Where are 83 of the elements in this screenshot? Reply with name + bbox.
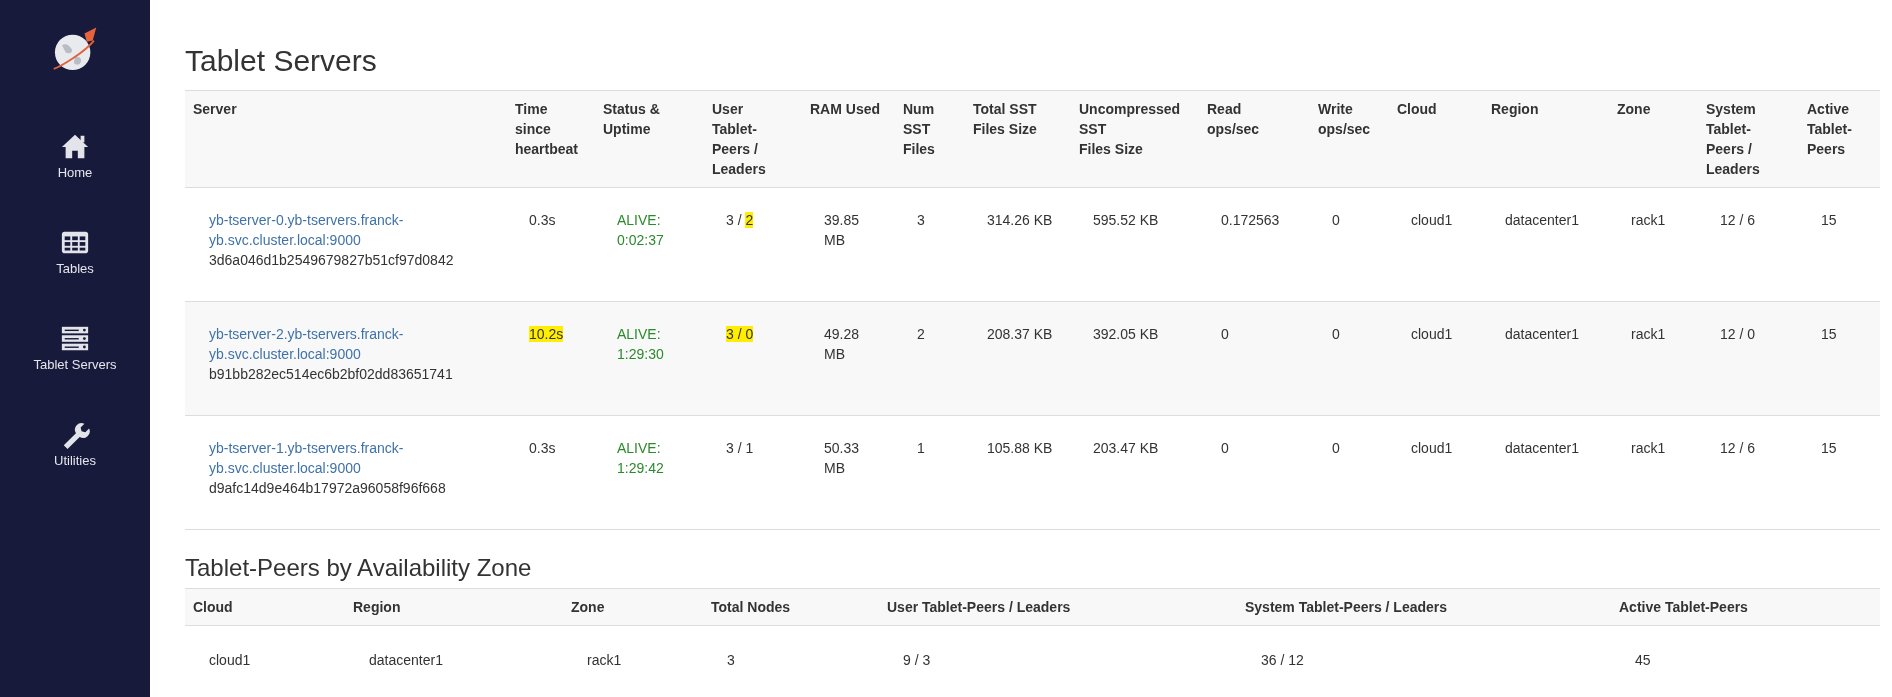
table-cell: 15 [1821, 440, 1837, 456]
table-cell: 3 / 1 [726, 440, 754, 456]
column-header: Write ops/sec [1310, 90, 1389, 188]
page-title: Tablet Servers [185, 44, 378, 78]
table-cell: cloud1 [1411, 326, 1453, 342]
column-header: Cloud [185, 588, 345, 626]
table-cell: 0 [1332, 212, 1340, 228]
server-uuid: 3d6a046d1b2549679827b51cf97d0842 [209, 251, 455, 270]
status-text: ALIVE: 1:29:42 [617, 440, 664, 476]
column-header: Uncompressed SST Files Size [1071, 90, 1199, 188]
server-uuid: d9afc14d9e464b17972a96058f96f668 [209, 479, 447, 498]
column-header: Active Tablet-Peers [1799, 90, 1880, 188]
column-header: User Tablet-Peers / Leaders [879, 588, 1237, 626]
column-header: Num SST Files [895, 90, 965, 188]
table-cell: cloud1 [209, 652, 251, 668]
sidebar-nav-item[interactable]: Tablet Servers [33, 324, 117, 420]
table-cell: 0 [1221, 440, 1229, 456]
table-cell: 12 / 6 [1720, 440, 1756, 456]
table-cell: 50.33 MB [824, 440, 860, 476]
table-cell: rack1 [587, 652, 622, 668]
table-cell: datacenter1 [1505, 326, 1579, 342]
table-cell: 0.3s [529, 440, 556, 456]
table-cell: 0 [1332, 326, 1340, 342]
table-cell: 0.3s [529, 212, 556, 228]
table-cell: 0 [1221, 326, 1229, 342]
column-header: Status & Uptime [595, 90, 704, 188]
column-header: System Tablet-Peers / Leaders [1698, 90, 1799, 188]
server-link[interactable]: yb-tserver-1.yb-tservers.franck-yb.svc.cluster.local:9000 [209, 438, 493, 478]
server-link[interactable]: yb-tserver-0.yb-tservers.franck-yb.svc.cluster.local:9000 [209, 210, 493, 250]
table-cell: datacenter1 [1505, 440, 1579, 456]
table-cell: datacenter1 [1505, 212, 1579, 228]
table-cell: 12 / 6 [1720, 212, 1756, 228]
table-cell: 3 [917, 212, 925, 228]
sidebar-nav-item[interactable]: Tables [56, 228, 94, 324]
column-header: Active Tablet-Peers [1611, 588, 1880, 626]
table-cell: 3 / 0 [726, 326, 754, 342]
column-header: Server [185, 90, 507, 188]
column-header: System Tablet-Peers / Leaders [1237, 588, 1611, 626]
table-cell: rack1 [1631, 212, 1666, 228]
table-cell: 208.37 KB [987, 326, 1053, 342]
table-cell: cloud1 [1411, 212, 1453, 228]
table-cell: cloud1 [1411, 440, 1453, 456]
table-cell: 3 [727, 652, 735, 668]
table-cell: rack1 [1631, 440, 1666, 456]
table-cell: 15 [1821, 212, 1837, 228]
table-cell: 12 / 0 [1720, 326, 1756, 342]
column-header: Read ops/sec [1199, 90, 1310, 188]
column-header: RAM Used [802, 90, 895, 188]
section-title: Tablet-Peers by Availability Zone [185, 554, 533, 582]
column-header: Zone [563, 588, 703, 626]
table-cell: 0.172563 [1221, 212, 1280, 228]
table-cell: rack1 [1631, 326, 1666, 342]
server-uuid: b91bb282ec514ec6b2bf02dd83651741 [209, 365, 454, 384]
status-text: ALIVE: 0:02:37 [617, 212, 664, 248]
table-cell: datacenter1 [369, 652, 443, 668]
table-cell: 3 / 2 [726, 212, 754, 228]
table-cell: 10.2s [529, 326, 564, 342]
table-cell: 203.47 KB [1093, 440, 1159, 456]
sidebar-nav-item[interactable]: Utilities [54, 420, 96, 516]
server-link[interactable]: yb-tserver-2.yb-tservers.franck-yb.svc.cluster.local:9000 [209, 324, 493, 364]
column-header: Cloud [1389, 90, 1483, 188]
table-cell: 45 [1635, 652, 1651, 668]
table-cell: 0 [1332, 440, 1340, 456]
table-cell: 36 / 12 [1261, 652, 1304, 668]
column-header: User Tablet-Peers / Leaders [704, 90, 802, 188]
table-cell: 392.05 KB [1093, 326, 1159, 342]
column-header: Zone [1609, 90, 1698, 188]
column-header: Time since heartbeat [507, 90, 595, 188]
column-header: Total Nodes [703, 588, 879, 626]
table-cell: 595.52 KB [1093, 212, 1159, 228]
table-cell: 2 [917, 326, 925, 342]
column-header: Region [345, 588, 563, 626]
table-cell: 314.26 KB [987, 212, 1053, 228]
status-text: ALIVE: 1:29:30 [617, 326, 664, 362]
table-cell: 15 [1821, 326, 1837, 342]
table-cell: 105.88 KB [987, 440, 1053, 456]
table-cell: 1 [917, 440, 925, 456]
sidebar-nav-item[interactable]: Home [57, 132, 93, 228]
table-cell: 9 / 3 [903, 652, 931, 668]
column-header: Total SST Files Size [965, 90, 1071, 188]
table-cell: 49.28 MB [824, 326, 860, 362]
column-header: Region [1483, 90, 1609, 188]
table-cell: 39.85 MB [824, 212, 860, 248]
